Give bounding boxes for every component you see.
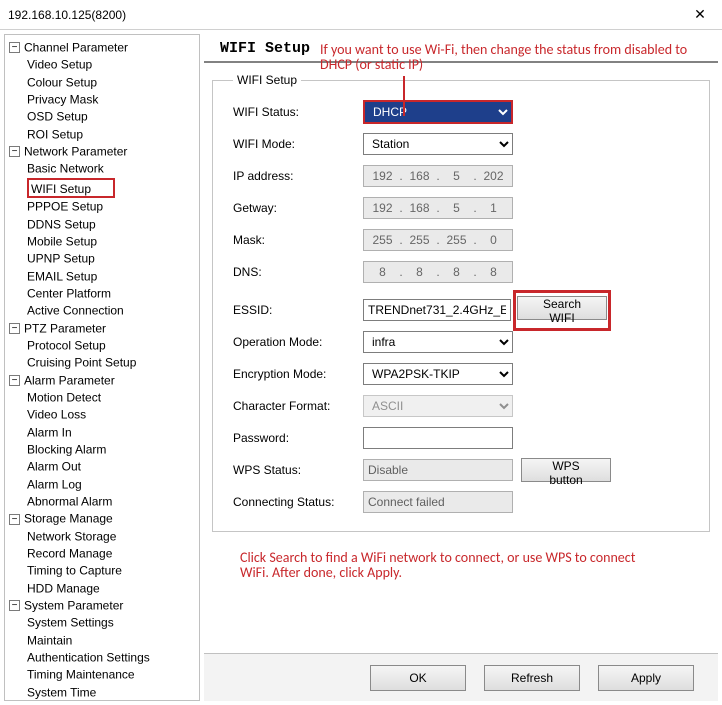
- page-title: WIFI Setup: [220, 40, 310, 57]
- label-ip-address: IP address:: [233, 169, 363, 183]
- tree-protocol-setup[interactable]: Protocol Setup: [27, 337, 197, 354]
- tree-timing-to-capture[interactable]: Timing to Capture: [27, 562, 197, 579]
- ip-address-field: 192. 168. 5. 202: [363, 165, 513, 187]
- annotation-arrow-icon: [403, 76, 405, 116]
- tree-osd-setup[interactable]: OSD Setup: [27, 108, 197, 125]
- tree-channel-parameter[interactable]: −Channel Parameter Video Setup Colour Se…: [9, 39, 197, 143]
- label-connecting-status: Connecting Status:: [233, 495, 363, 509]
- expander-icon[interactable]: −: [9, 514, 20, 525]
- dns-field: 8. 8. 8. 8: [363, 261, 513, 283]
- encryption-mode-select[interactable]: WPA2PSK-TKIP: [363, 363, 513, 385]
- label-mask: Mask:: [233, 233, 363, 247]
- tree-record-manage[interactable]: Record Manage: [27, 545, 197, 562]
- tree-video-setup[interactable]: Video Setup: [27, 56, 197, 73]
- tree-timing-maintenance[interactable]: Timing Maintenance: [27, 666, 197, 683]
- expander-icon[interactable]: −: [9, 600, 20, 611]
- window-title: 192.168.10.125(8200): [8, 8, 678, 22]
- tree-colour-setup[interactable]: Colour Setup: [27, 74, 197, 91]
- annotation-bottom: Click Search to find a WiFi network to c…: [240, 550, 660, 581]
- expander-icon[interactable]: −: [9, 42, 20, 53]
- label-gateway: Getway:: [233, 201, 363, 215]
- operation-mode-select[interactable]: infra: [363, 331, 513, 353]
- label-character-format: Character Format:: [233, 399, 363, 413]
- tree-roi-setup[interactable]: ROI Setup: [27, 126, 197, 143]
- expander-icon[interactable]: −: [9, 146, 20, 157]
- label-wifi-status: WIFI Status:: [233, 105, 363, 119]
- fieldset-legend: WIFI Setup: [233, 73, 301, 87]
- expander-icon[interactable]: −: [9, 323, 20, 334]
- tree-system-parameter[interactable]: −System Parameter System Settings Mainta…: [9, 597, 197, 701]
- wps-button[interactable]: WPS button: [521, 458, 611, 482]
- tree-upnp-setup[interactable]: UPNP Setup: [27, 250, 197, 267]
- label-essid: ESSID:: [233, 303, 363, 317]
- expander-icon[interactable]: −: [9, 375, 20, 386]
- apply-button[interactable]: Apply: [598, 665, 694, 691]
- form-area: WIFI Setup WIFI Status: DHCP WIFI Mode: …: [204, 63, 718, 653]
- tree-alarm-out[interactable]: Alarm Out: [27, 458, 197, 475]
- nav-tree[interactable]: −Channel Parameter Video Setup Colour Se…: [4, 34, 200, 701]
- tree-system-settings[interactable]: System Settings: [27, 614, 197, 631]
- tree-authentication-settings[interactable]: Authentication Settings: [27, 649, 197, 666]
- connecting-status-field: [363, 491, 513, 513]
- tree-motion-detect[interactable]: Motion Detect: [27, 389, 197, 406]
- label-wps-status: WPS Status:: [233, 463, 363, 477]
- label-wifi-mode: WIFI Mode:: [233, 137, 363, 151]
- right-pane: WIFI Setup WIFI Setup WIFI Status: DHCP …: [204, 34, 718, 701]
- tree-active-connection[interactable]: Active Connection: [27, 302, 197, 319]
- tree-ptz-parameter[interactable]: −PTZ Parameter Protocol Setup Cruising P…: [9, 320, 197, 372]
- tree-storage-manage[interactable]: −Storage Manage Network Storage Record M…: [9, 510, 197, 597]
- mask-field: 255. 255. 255. 0: [363, 229, 513, 251]
- gateway-field: 192. 168. 5. 1: [363, 197, 513, 219]
- tree-center-platform[interactable]: Center Platform: [27, 285, 197, 302]
- wps-status-field: [363, 459, 513, 481]
- tree-blocking-alarm[interactable]: Blocking Alarm: [27, 441, 197, 458]
- search-wifi-button[interactable]: Search WIFI: [517, 296, 607, 320]
- ok-button[interactable]: OK: [370, 665, 466, 691]
- password-input[interactable]: [363, 427, 513, 449]
- content-area: −Channel Parameter Video Setup Colour Se…: [0, 30, 722, 705]
- titlebar: 192.168.10.125(8200) ✕: [0, 0, 722, 30]
- tree-network-storage[interactable]: Network Storage: [27, 528, 197, 545]
- dialog-footer: OK Refresh Apply: [204, 653, 718, 701]
- label-password: Password:: [233, 431, 363, 445]
- essid-input[interactable]: [363, 299, 511, 321]
- tree-hdd-manage[interactable]: HDD Manage: [27, 580, 197, 597]
- tree-system-time[interactable]: System Time: [27, 684, 197, 701]
- tree-alarm-parameter[interactable]: −Alarm Parameter Motion Detect Video Los…: [9, 372, 197, 511]
- tree-maintain[interactable]: Maintain: [27, 632, 197, 649]
- close-icon[interactable]: ✕: [678, 0, 722, 30]
- tree-pppoe-setup[interactable]: PPPOE Setup: [27, 198, 197, 215]
- tree-abnormal-alarm[interactable]: Abnormal Alarm: [27, 493, 197, 510]
- wifi-setup-fieldset: WIFI Setup WIFI Status: DHCP WIFI Mode: …: [212, 73, 710, 532]
- annotation-top: If you want to use Wi-Fi, then change th…: [320, 42, 700, 73]
- tree-email-setup[interactable]: EMAIL Setup: [27, 268, 197, 285]
- character-format-select: ASCII: [363, 395, 513, 417]
- tree-video-loss[interactable]: Video Loss: [27, 406, 197, 423]
- tree-cruising-point-setup[interactable]: Cruising Point Setup: [27, 354, 197, 371]
- wifi-status-select[interactable]: DHCP: [363, 100, 513, 124]
- tree-alarm-log[interactable]: Alarm Log: [27, 476, 197, 493]
- tree-mobile-setup[interactable]: Mobile Setup: [27, 233, 197, 250]
- tree-basic-network[interactable]: Basic Network: [27, 160, 197, 177]
- tree-privacy-mask[interactable]: Privacy Mask: [27, 91, 197, 108]
- label-operation-mode: Operation Mode:: [233, 335, 363, 349]
- tree-wifi-setup[interactable]: WIFI Setup: [27, 178, 197, 199]
- label-encryption-mode: Encryption Mode:: [233, 367, 363, 381]
- tree-network-parameter[interactable]: −Network Parameter Basic Network WIFI Se…: [9, 143, 197, 320]
- refresh-button[interactable]: Refresh: [484, 665, 580, 691]
- tree-alarm-in[interactable]: Alarm In: [27, 424, 197, 441]
- label-dns: DNS:: [233, 265, 363, 279]
- wifi-mode-select[interactable]: Station: [363, 133, 513, 155]
- tree-ddns-setup[interactable]: DDNS Setup: [27, 216, 197, 233]
